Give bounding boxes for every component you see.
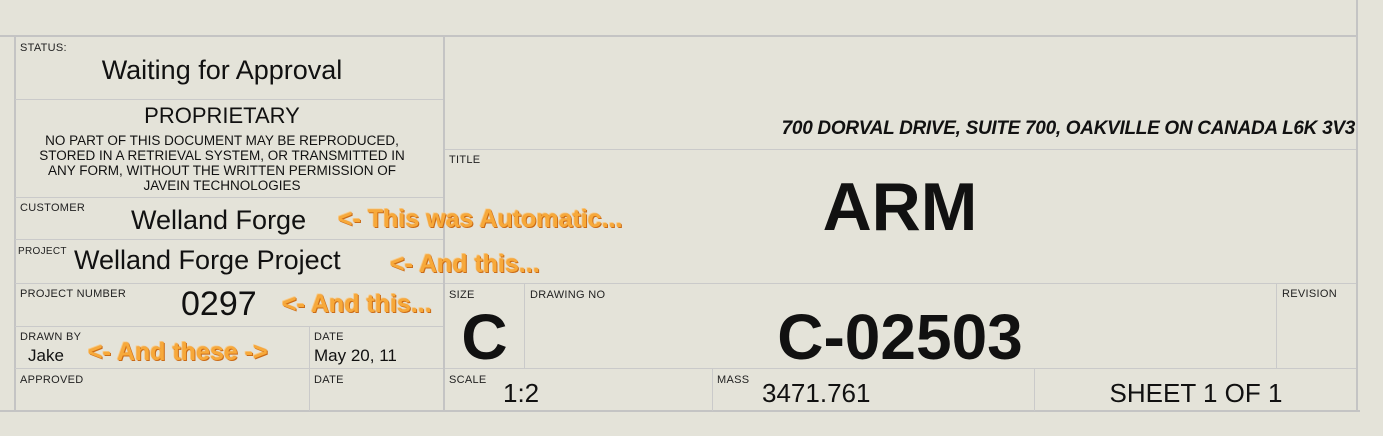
drawn-by-value: Jake	[28, 346, 64, 365]
mass-value: 3471.761	[762, 378, 871, 408]
proprietary-line: JAVEIN TECHNOLOGIES	[143, 178, 301, 193]
scale-label: SCALE	[449, 374, 487, 386]
proprietary-line: ANY FORM, WITHOUT THE WRITTEN PERMISSION…	[47, 163, 396, 178]
divider-drawn	[15, 368, 443, 369]
customer-label: CUSTOMER	[20, 202, 86, 214]
frame-bottom-line	[0, 410, 1360, 412]
proprietary-heading: PROPRIETARY	[144, 103, 300, 128]
divider-proprietary	[15, 197, 443, 198]
project-value: Welland Forge Project	[74, 245, 341, 275]
proprietary-line: STORED IN A RETRIEVAL SYSTEM, OR TRANSMI…	[39, 148, 405, 163]
project-label: PROJECT	[18, 246, 67, 257]
customer-value: Welland Forge	[131, 205, 307, 235]
divider-title	[445, 283, 1356, 284]
divider-customer	[15, 239, 443, 240]
frame-top-line	[0, 35, 1358, 37]
title-label: TITLE	[449, 154, 481, 166]
proprietary-line: NO PART OF THIS DOCUMENT MAY BE REPRODUC…	[45, 133, 399, 148]
divider-project-number	[15, 326, 443, 327]
annotation-customer: <- This was Automatic...	[338, 205, 623, 233]
approved-date-label: DATE	[314, 374, 344, 386]
drawing-title: ARM	[822, 169, 978, 245]
drawn-date-value: May 20, 11	[314, 346, 397, 365]
company-address: 700 DORVAL DRIVE, SUITE 700, OAKVILLE ON…	[781, 118, 1356, 139]
divider-status	[15, 99, 443, 100]
status-value: Waiting for Approval	[101, 55, 343, 85]
approved-label: APPROVED	[20, 374, 84, 386]
divider-date-column	[309, 326, 310, 411]
divider-project	[15, 283, 443, 284]
mass-label: MASS	[717, 374, 750, 386]
project-number-value: 0297	[181, 285, 257, 323]
divider-address	[445, 149, 1356, 150]
divider-size	[524, 283, 525, 368]
divider-sheet	[1034, 368, 1035, 411]
drawing-no-value: C-02503	[777, 301, 1023, 373]
divider-mass	[712, 368, 713, 411]
divider-revision	[1276, 283, 1277, 368]
status-label: STATUS:	[20, 42, 67, 54]
revision-label: REVISION	[1282, 288, 1337, 300]
sheet-value: SHEET 1 OF 1	[1109, 378, 1283, 408]
size-value: C	[461, 301, 508, 373]
scale-value: 1:2	[503, 378, 540, 408]
drawn-by-label: DRAWN BY	[20, 331, 82, 343]
annotation-drawn-by: <- And these ->	[88, 338, 268, 366]
proprietary-notice: NO PART OF THIS DOCUMENT MAY BE REPRODUC…	[15, 133, 429, 193]
frame-left-line	[14, 35, 16, 412]
annotation-project-number: <- And this...	[282, 290, 432, 318]
drawing-no-label: DRAWING NO	[530, 289, 606, 301]
drawn-date-label: DATE	[314, 331, 344, 343]
project-number-label: PROJECT NUMBER	[20, 288, 127, 300]
annotation-project: <- And this...	[390, 250, 540, 278]
frame-right-line	[1356, 0, 1358, 412]
